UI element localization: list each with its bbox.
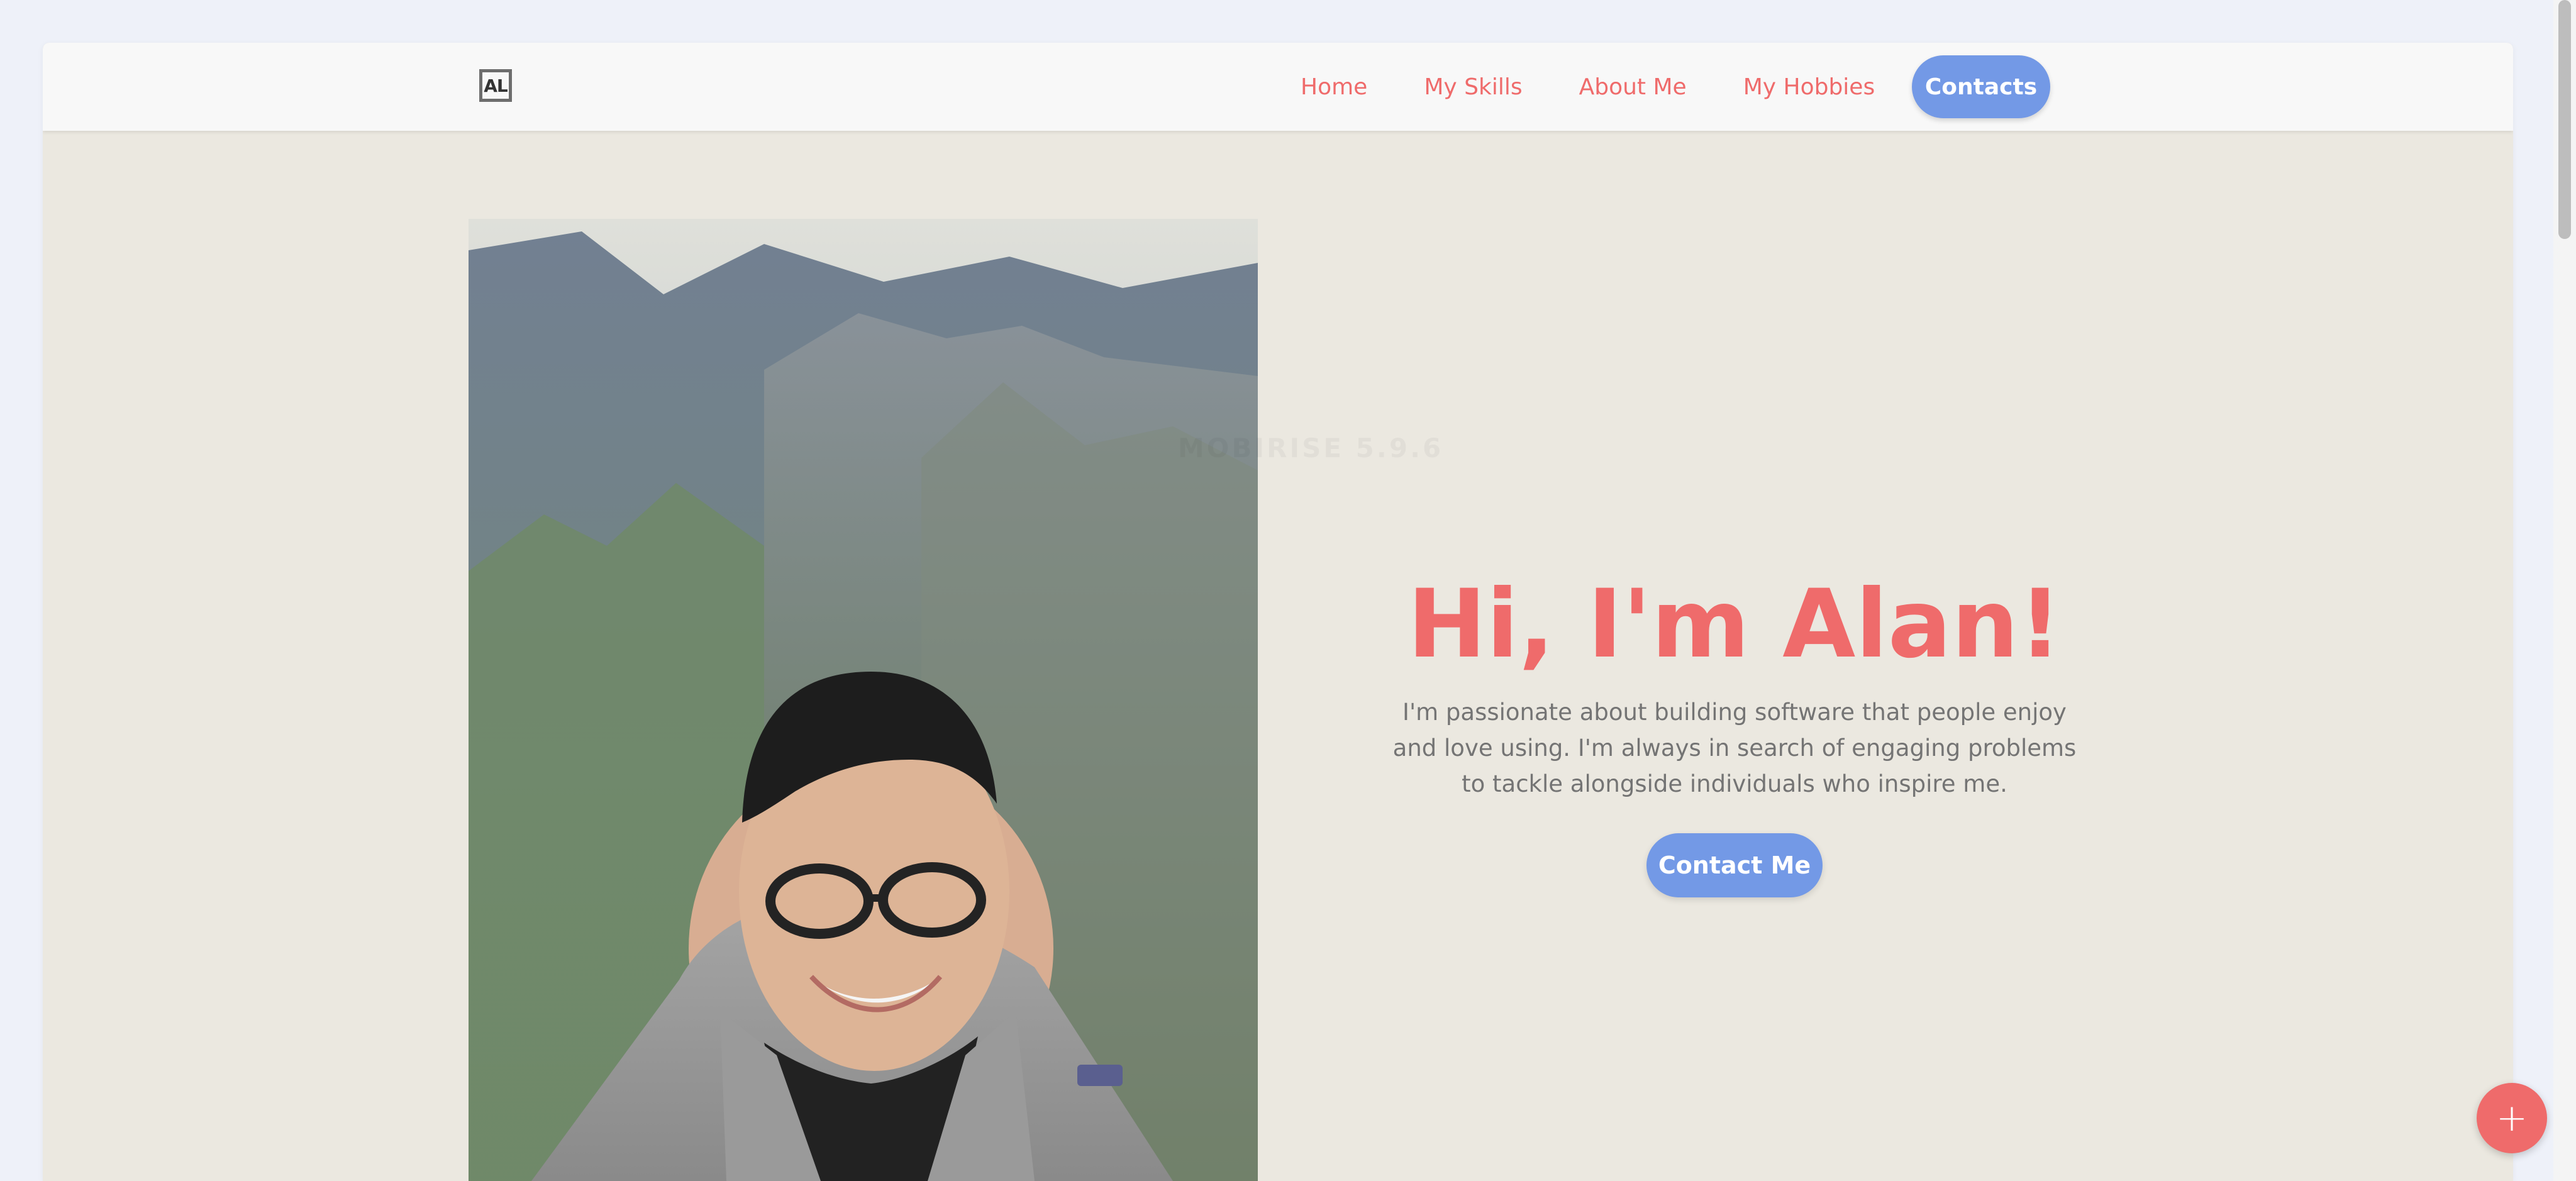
scrollbar-thumb[interactable] bbox=[2558, 0, 2571, 239]
hero-section: Hi, I'm Alan! I'm passionate about build… bbox=[1338, 558, 2131, 897]
main-navigation: Home My Skills About Me My Hobbies bbox=[1301, 43, 1875, 131]
vertical-scrollbar[interactable] bbox=[2553, 0, 2576, 1181]
nav-home[interactable]: Home bbox=[1301, 74, 1367, 100]
profile-photo bbox=[469, 219, 1258, 1181]
logo[interactable]: AL bbox=[479, 69, 512, 102]
navbar: AL Home My Skills About Me My Hobbies Co… bbox=[43, 43, 2513, 131]
watermark-text: MOBIRISE 5.9.6 bbox=[1178, 433, 1443, 463]
plus-icon[interactable]: + bbox=[2477, 1083, 2547, 1153]
page-frame: AL Home My Skills About Me My Hobbies Co… bbox=[43, 43, 2513, 1181]
contacts-button[interactable]: Contacts bbox=[1912, 55, 2050, 118]
hero-description: I'm passionate about building software t… bbox=[1392, 699, 2077, 797]
nav-about-me[interactable]: About Me bbox=[1579, 74, 1687, 100]
nav-my-skills[interactable]: My Skills bbox=[1424, 74, 1522, 100]
nav-my-hobbies[interactable]: My Hobbies bbox=[1743, 74, 1875, 100]
hero-title: Hi, I'm Alan! bbox=[1407, 570, 2062, 679]
contact-me-button[interactable]: Contact Me bbox=[1646, 833, 1823, 897]
